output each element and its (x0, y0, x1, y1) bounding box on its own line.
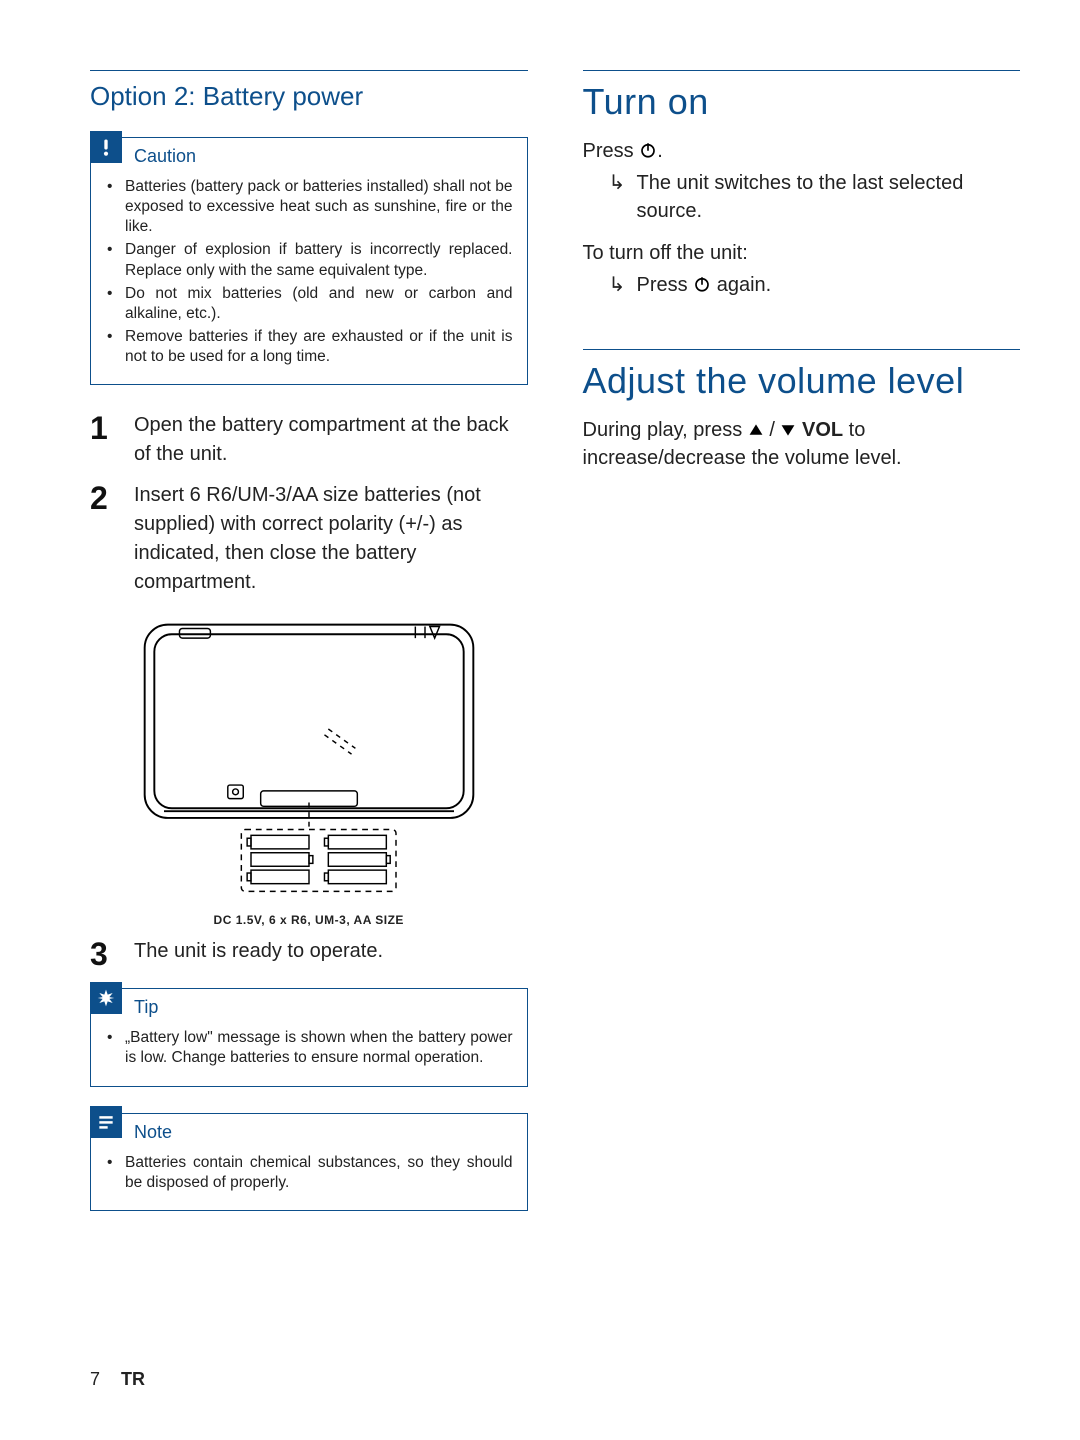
tip-text: „Battery low" message is shown when the … (121, 1028, 513, 1068)
caution-item: Remove batteries if they are exhausted o… (121, 327, 513, 367)
note-title: Note (134, 1114, 172, 1143)
off-step-prefix: Press (637, 274, 694, 296)
rule-line (90, 70, 528, 71)
vol-mid: / (764, 419, 781, 441)
turnon-result-text: The unit switches to the last selected s… (609, 169, 1021, 225)
caution-item: Do not mix batteries (old and new or car… (121, 284, 513, 324)
off-step-suffix: again. (711, 274, 771, 296)
note-text: Batteries contain chemical substances, s… (121, 1153, 513, 1193)
caution-item: Danger of explosion if battery is incorr… (121, 240, 513, 280)
press-prefix: Press (583, 140, 640, 162)
vol-label: VOL (802, 419, 843, 441)
step-3: The unit is ready to operate. (90, 937, 528, 966)
page-number: 7 (90, 1369, 100, 1389)
note-head: Note (91, 1114, 527, 1149)
off-step: Press again. (609, 271, 1021, 299)
page: Option 2: Battery power Caution Batterie… (0, 0, 1080, 1440)
right-column: Turn on Press . The unit switches to the… (583, 70, 1021, 1400)
caution-head: Caution (91, 138, 527, 173)
turnon-result: The unit switches to the last selected s… (583, 169, 1021, 225)
heading-battery-power: Option 2: Battery power (90, 81, 528, 112)
lang-code: TR (121, 1369, 145, 1389)
step-2: Insert 6 R6/UM-3/AA size batteries (not … (90, 481, 528, 597)
step-1: Open the battery compartment at the back… (90, 411, 528, 469)
press-line: Press . (583, 137, 1021, 165)
power-icon (693, 275, 711, 293)
battery-diagram-svg (134, 613, 484, 903)
caution-title: Caution (134, 138, 196, 167)
caution-list: Batteries (battery pack or batteries ins… (105, 177, 513, 367)
tip-head: Tip (91, 989, 527, 1024)
spacer (583, 313, 1021, 349)
off-steps: Press again. (583, 271, 1021, 299)
footer: 7 TR (90, 1369, 145, 1390)
tip-box: Tip „Battery low" message is shown when … (90, 988, 528, 1086)
caution-box: Caution Batteries (battery pack or batte… (90, 137, 528, 385)
caution-item: Batteries (battery pack or batteries ins… (121, 177, 513, 237)
tip-title: Tip (134, 989, 158, 1018)
caution-icon (90, 131, 122, 163)
heading-volume: Adjust the volume level (583, 349, 1021, 402)
volume-text: During play, press / VOL to increase/dec… (583, 416, 1021, 472)
note-box: Note Batteries contain chemical substanc… (90, 1113, 528, 1211)
note-icon (90, 1106, 122, 1138)
triangle-up-icon (748, 422, 764, 438)
battery-caption: DC 1.5V, 6 x R6, UM-3, AA SIZE (90, 913, 528, 927)
battery-figure (90, 613, 528, 903)
steps-list-3: The unit is ready to operate. (90, 937, 528, 966)
off-intro: To turn off the unit: (583, 239, 1021, 267)
triangle-down-icon (780, 422, 796, 438)
left-column: Option 2: Battery power Caution Batterie… (90, 70, 528, 1400)
tip-icon (90, 982, 122, 1014)
press-suffix: . (657, 140, 663, 162)
steps-list: Open the battery compartment at the back… (90, 411, 528, 597)
caution-body: Batteries (battery pack or batteries ins… (91, 177, 527, 384)
power-icon (639, 141, 657, 159)
heading-turn-on: Turn on (583, 70, 1021, 123)
tip-body: „Battery low" message is shown when the … (91, 1028, 527, 1085)
note-body: Batteries contain chemical substances, s… (91, 1153, 527, 1210)
vol-prefix: During play, press (583, 419, 748, 441)
